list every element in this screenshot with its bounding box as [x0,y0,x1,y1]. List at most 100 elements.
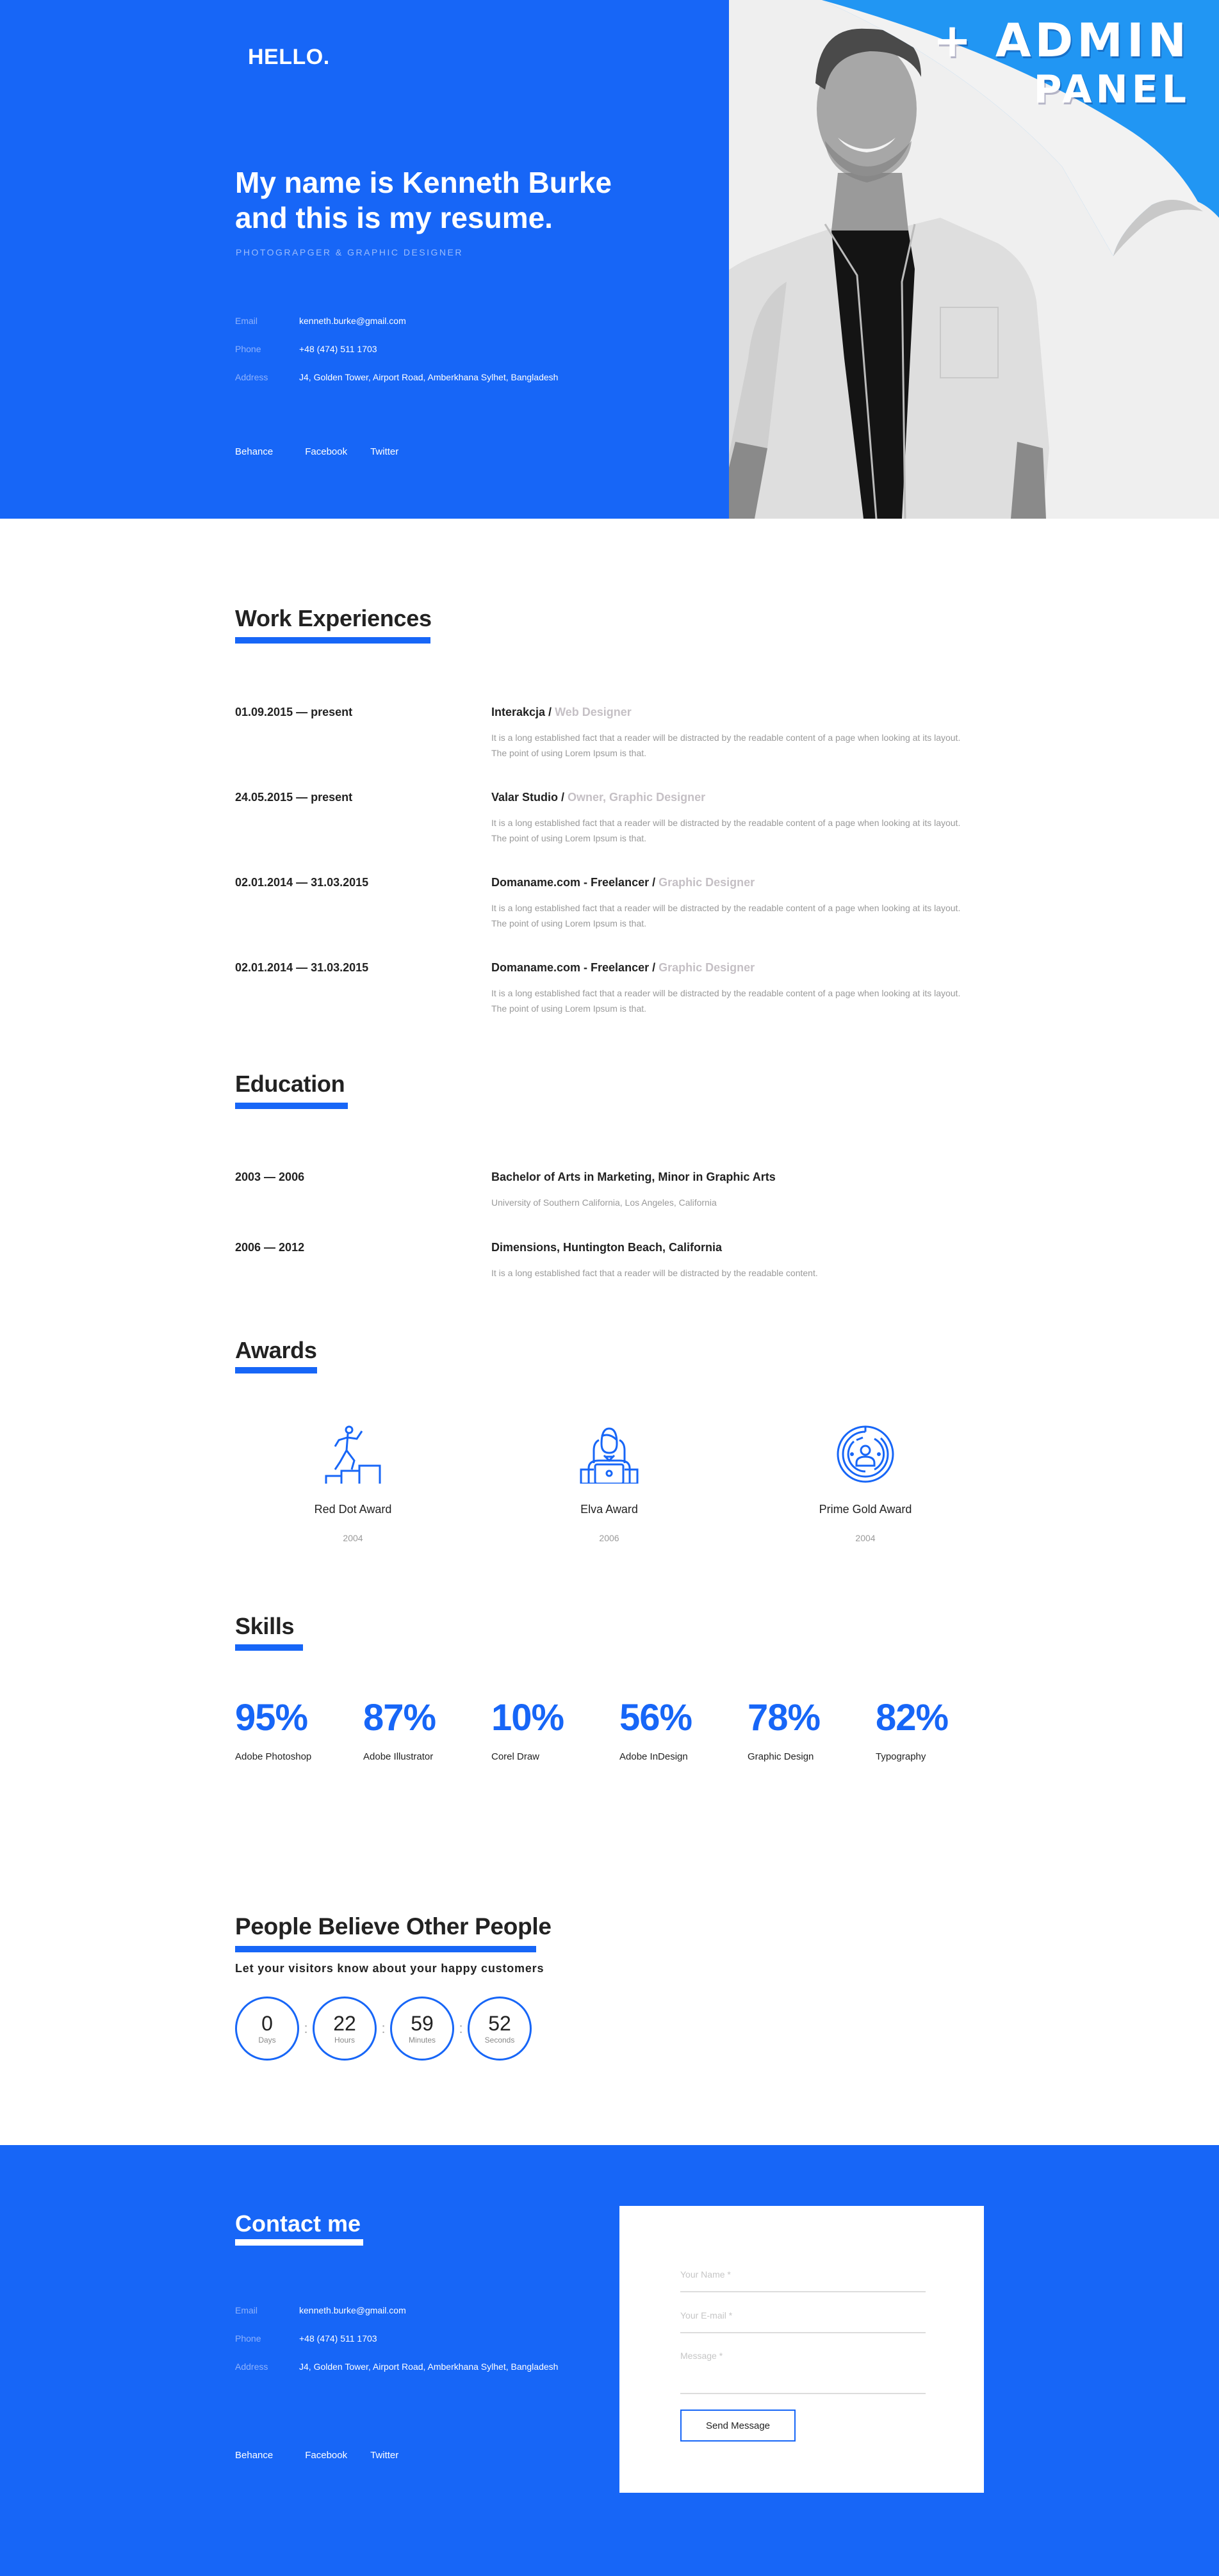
twitter-link[interactable]: Twitter [370,2450,398,2461]
award-year: 2004 [343,1533,363,1543]
email-value: kenneth.burke@gmail.com [299,2305,406,2315]
work-date: 02.01.2014 — 31.03.2015 [235,876,369,889]
phone-value: +48 (474) 511 1703 [299,344,377,354]
countdown-value: 52 [488,2012,511,2035]
role: Owner, Graphic Designer [568,791,706,804]
contact-section-title: Contact me [235,2210,361,2237]
award-name: Prime Gold Award [819,1503,912,1516]
skills-title-underline [235,1644,303,1651]
skill-percent: 87% [363,1697,436,1738]
email-input[interactable] [680,2310,926,2321]
facebook-link[interactable]: Facebook [305,2450,347,2461]
countdown-value: 22 [333,2012,356,2035]
name-field-wrapper [680,2265,926,2292]
work-date: 01.09.2015 — present [235,706,353,718]
work-section-title: Work Experiences [235,605,432,631]
message-textarea[interactable] [680,2351,926,2381]
award-year: 2004 [855,1533,876,1543]
role: Graphic Designer [659,876,755,889]
skill-name: Typography [876,1751,926,1762]
hero-title: My name is Kenneth Burke and this is my … [235,166,612,234]
hello-logo: HELLO. [248,45,330,69]
role: Web Designer [555,706,632,718]
phone-value: +48 (474) 511 1703 [299,2333,377,2344]
work-date: 24.05.2015 — present [235,791,353,804]
company: Domaname.com - Freelancer / [491,961,659,974]
facebook-link[interactable]: Facebook [305,446,347,457]
award-item: Prime Gold Award 2004 [769,1425,961,1543]
hero-social-links: Behance Facebook Twitter [235,446,421,457]
admin-line: + ADMIN [933,13,1190,67]
address-value: J4, Golden Tower, Airport Road, Amberkha… [299,372,559,382]
skill-item: 95% Adobe Photoshop [235,1699,357,1763]
work-title: Domaname.com - Freelancer / Graphic Desi… [491,876,755,889]
contact-section [0,2145,1219,2576]
address-label: Address [235,2361,268,2372]
skill-percent: 78% [748,1697,821,1738]
skill-item: 78% Graphic Design [748,1697,869,1763]
admin-panel-promo: + ADMIN PANEL [933,14,1190,113]
hero-section: HELLO. My name is Kenneth Burke and this… [0,0,1219,519]
countdown-separator: : [381,2020,386,2036]
contact-form: Send Message [619,2206,984,2493]
skill-name: Adobe Photoshop [235,1751,312,1762]
work-description: It is a long established fact that a rea… [491,818,961,843]
countdown-separator: : [304,2020,308,2036]
skill-name: Adobe InDesign [619,1751,688,1762]
company: Interakcja / [491,706,555,718]
skill-percent: 82% [876,1697,949,1738]
skill-item: 10% Corel Draw [491,1697,613,1763]
role: Graphic Designer [659,961,755,974]
awards-title-underline [235,1367,317,1373]
email-value: kenneth.burke@gmail.com [299,316,406,326]
work-title: Interakcja / Web Designer [491,706,632,719]
countdown-separator: : [459,2020,463,2036]
skill-percent: 10% [491,1697,564,1738]
education-date: 2003 — 2006 [235,1171,305,1183]
award-name: Red Dot Award [314,1503,392,1516]
target-person-icon [837,1425,894,1483]
address-value: J4, Golden Tower, Airport Road, Amberkha… [299,2361,559,2372]
skills-section-title: Skills [235,1613,295,1639]
education-title: Dimensions, Huntington Beach, California [491,1241,723,1254]
behance-link[interactable]: Behance [235,2450,273,2461]
twitter-link[interactable]: Twitter [370,446,398,457]
work-title-underline [235,637,430,644]
countdown-minutes: 59 Minutes [390,1997,454,2061]
address-label: Address [235,372,268,382]
hero-contact-info: Email kenneth.burke@gmail.com Phone +48 … [235,316,558,382]
countdown-unit: Minutes [408,2036,436,2045]
countdown-hours: 22 Hours [313,1997,377,2061]
work-description: It is a long established fact that a rea… [491,733,961,758]
skill-item: 87% Adobe Illustrator [363,1697,485,1763]
award-year: 2006 [599,1533,619,1543]
countdown-unit: Seconds [484,2036,515,2045]
company: Valar Studio / [491,791,568,804]
work-description: It is a long established fact that a rea… [491,903,961,928]
footer-social-links: Behance Facebook Twitter [235,2450,421,2461]
education-date: 2006 — 2012 [235,1241,305,1254]
skill-name: Corel Draw [491,1751,540,1762]
skill-name: Adobe Illustrator [363,1751,434,1762]
award-item: Elva Award 2006 [513,1425,705,1543]
email-label: Email [235,2305,258,2315]
behance-link[interactable]: Behance [235,446,273,457]
education-description: University of Southern California, Los A… [491,1197,717,1208]
testimonials-title-underline [235,1946,536,1952]
testimonials-section-title: People Believe Other People [235,1913,552,1940]
work-title: Valar Studio / Owner, Graphic Designer [491,791,705,804]
skill-name: Graphic Design [748,1751,814,1762]
name-input[interactable] [680,2269,926,2280]
footer-contact-info: Email kenneth.burke@gmail.com Phone +48 … [235,2305,558,2372]
send-message-button[interactable]: Send Message [680,2410,796,2442]
hero-subtitle: PHOTOGRAPGER & GRAPHIC DESIGNER [236,247,463,257]
skill-percent: 56% [619,1697,692,1738]
work-date: 02.01.2014 — 31.03.2015 [235,961,369,974]
award-item: Red Dot Award 2004 [257,1425,449,1543]
award-name: Elva Award [580,1503,638,1516]
countdown-value: 59 [411,2012,434,2035]
contact-title-underline [235,2239,363,2246]
running-stairs-icon [325,1425,381,1484]
profile-photo: + ADMIN PANEL [729,0,1219,519]
countdown-seconds: 52 Seconds [468,1997,532,2061]
